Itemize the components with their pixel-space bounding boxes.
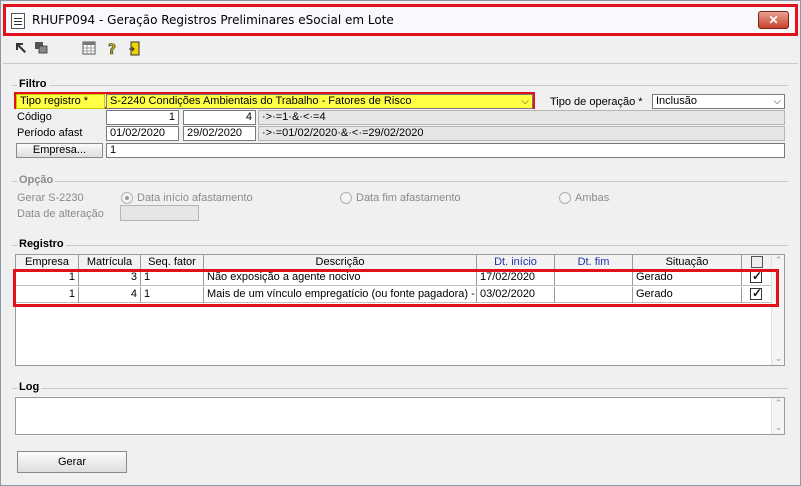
codigo-expression: ·>·=1·&·<·=4	[258, 110, 785, 125]
col-descricao[interactable]: Descrição	[204, 255, 477, 270]
periodo-expression: ·>·=01/02/2020·&·<·=29/02/2020	[258, 126, 785, 141]
radio-ambas-label: Ambas	[575, 192, 610, 204]
svg-text:?: ?	[108, 42, 116, 57]
tipo-registro-value: S-2240 Condições Ambientais do Trabalho …	[110, 95, 412, 107]
scroll-up-icon[interactable]: ⌃	[772, 255, 785, 267]
data-alteracao-input[interactable]	[120, 205, 199, 221]
calendar-grid-icon[interactable]	[81, 41, 97, 57]
periodo-from-input[interactable]: 01/02/2020	[106, 126, 179, 141]
title-bar[interactable]: RHUFP094 - Geração Registros Preliminare…	[3, 4, 798, 36]
log-scrollbar[interactable]: ⌃ ⌄	[771, 398, 784, 434]
filtro-title: Filtro	[17, 78, 49, 90]
opcao-group: Opção	[12, 174, 788, 186]
tipo-operacao-label: Tipo de operação *	[550, 96, 643, 108]
scroll-down-icon[interactable]: ⌄	[772, 353, 785, 365]
data-alteracao-label: Data de alteração	[17, 208, 104, 220]
col-dt-inicio[interactable]: Dt. início	[477, 255, 555, 270]
periodo-to-input[interactable]: 29/02/2020	[183, 126, 256, 141]
exit-door-icon[interactable]	[127, 41, 143, 57]
radio-selected-icon	[121, 192, 133, 204]
periodo-label: Período afast	[17, 127, 83, 139]
log-group: Log	[12, 381, 788, 393]
codigo-to-input[interactable]: 4	[183, 110, 256, 125]
radio-unselected-icon	[559, 192, 571, 204]
codigo-from-input[interactable]: 1	[106, 110, 179, 125]
scroll-down-icon[interactable]: ⌄	[772, 422, 785, 434]
grid-header: Empresa Matrícula Seq. fator Descrição D…	[16, 255, 772, 270]
radio-unselected-icon	[340, 192, 352, 204]
radio-ambas[interactable]: Ambas	[559, 192, 609, 204]
toolbar: ?	[9, 39, 309, 59]
radio-data-fim[interactable]: Data fim afastamento	[340, 192, 461, 204]
close-button[interactable]: ✕	[758, 11, 789, 29]
toolbar-divider	[3, 63, 798, 64]
tipo-registro-label-box: Tipo registro *	[16, 94, 105, 109]
tipo-registro-label: Tipo registro *	[20, 95, 89, 107]
log-title: Log	[17, 381, 42, 393]
rows-highlight	[13, 269, 779, 307]
tipo-registro-select[interactable]: S-2240 Condições Ambientais do Trabalho …	[106, 94, 533, 109]
radio-data-fim-label: Data fim afastamento	[356, 192, 461, 204]
gerar-s2230-label: Gerar S-2230	[17, 192, 84, 204]
main-window: RHUFP094 - Geração Registros Preliminare…	[0, 0, 801, 486]
document-icon	[11, 13, 25, 29]
windows-icon[interactable]	[33, 41, 49, 57]
filtro-group: Filtro	[12, 78, 788, 90]
log-textarea[interactable]: ⌃ ⌄	[15, 397, 785, 435]
col-matricula[interactable]: Matrícula	[79, 255, 141, 270]
col-dt-fim[interactable]: Dt. fim	[555, 255, 633, 270]
tipo-operacao-value: Inclusão	[656, 95, 697, 107]
col-situacao[interactable]: Situação	[633, 255, 742, 270]
help-icon[interactable]: ?	[105, 41, 121, 59]
codigo-label: Código	[17, 111, 52, 123]
scroll-up-icon[interactable]: ⌃	[772, 398, 785, 410]
chevron-down-icon: ⌵	[521, 96, 529, 107]
col-select-all[interactable]	[742, 255, 772, 270]
window-title: RHUFP094 - Geração Registros Preliminare…	[32, 13, 394, 27]
tipo-operacao-select[interactable]: Inclusão ⌵	[652, 94, 785, 109]
opcao-title: Opção	[17, 174, 56, 186]
select-all-checkbox[interactable]	[751, 256, 763, 268]
radio-data-inicio-label: Data início afastamento	[137, 192, 253, 204]
registro-title: Registro	[17, 238, 66, 250]
empresa-button[interactable]: Empresa...	[16, 143, 103, 158]
arrow-up-left-icon[interactable]	[13, 41, 29, 57]
radio-data-inicio[interactable]: Data início afastamento	[121, 192, 253, 204]
registro-group: Registro	[12, 238, 788, 250]
empresa-input[interactable]: 1	[106, 143, 785, 158]
col-empresa[interactable]: Empresa	[16, 255, 79, 270]
chevron-down-icon: ⌵	[773, 96, 781, 107]
col-seq-fator[interactable]: Seq. fator	[141, 255, 204, 270]
gerar-button[interactable]: Gerar	[17, 451, 127, 473]
